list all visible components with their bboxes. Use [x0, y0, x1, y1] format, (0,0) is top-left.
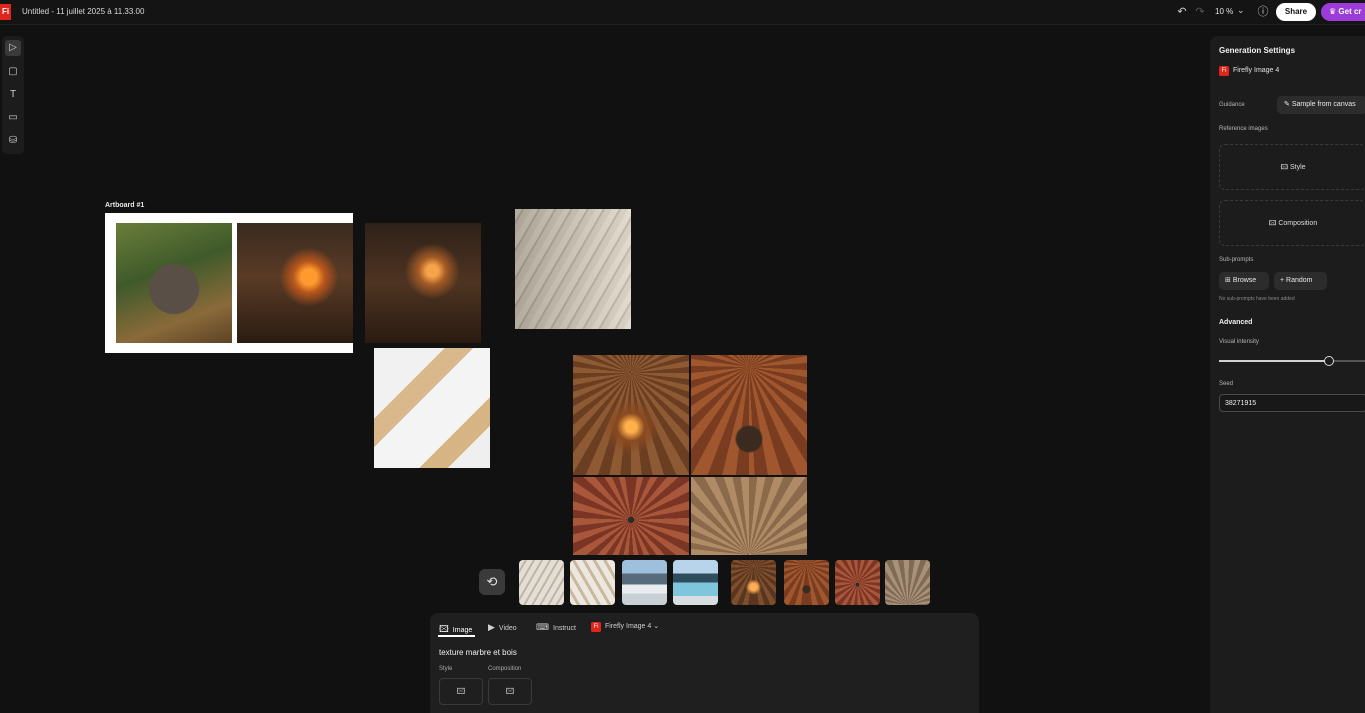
instruct-icon: ⌨: [536, 622, 549, 632]
history-thumbnail[interactable]: [519, 560, 564, 605]
forge-hall-image-1[interactable]: [573, 355, 689, 475]
artboard[interactable]: [105, 213, 353, 353]
composition-label: Composition: [488, 666, 522, 672]
image-icon: 🖾: [1280, 164, 1290, 171]
reference-images-label: Reference images: [1219, 126, 1268, 132]
model-row[interactable]: Fi Firefly Image 4: [1219, 66, 1279, 76]
share-button[interactable]: Share: [1276, 3, 1316, 21]
browse-button[interactable]: ⊞ Browse: [1219, 272, 1269, 290]
visual-intensity-slider[interactable]: [1219, 356, 1365, 366]
subprompts-note: No sub-prompts have been added: [1219, 296, 1295, 302]
document-title[interactable]: Untitled - 11 juillet 2025 à 11.33.00: [22, 7, 144, 16]
generation-settings-panel: Generation Settings Fi Firefly Image 4 Gu…: [1210, 36, 1365, 713]
history-thumbnail[interactable]: [885, 560, 930, 605]
model-name: Firefly Image 4: [1233, 67, 1280, 74]
history-thumbnail[interactable]: [673, 560, 718, 605]
subprompts-label: Sub-prompts: [1219, 257, 1254, 263]
composition-reference-dropzone[interactable]: 🖾 Composition: [1219, 200, 1365, 246]
tab-video[interactable]: ▶ Video: [488, 622, 517, 633]
forge-hall-image-4[interactable]: [691, 477, 807, 555]
active-tab-indicator: [438, 635, 475, 637]
seed-label: Seed: [1219, 381, 1234, 387]
image-placeholder-icon: 🖾: [456, 687, 466, 696]
random-label: Random: [1286, 277, 1313, 284]
history-thumbnail[interactable]: [835, 560, 880, 605]
undo-icon[interactable]: ↶: [1175, 5, 1189, 19]
history-icon[interactable]: ⟲: [479, 569, 505, 595]
random-button[interactable]: + Random: [1274, 272, 1327, 290]
anvil-outdoor-image[interactable]: [116, 223, 232, 343]
sample-from-canvas-button[interactable]: ✎ Sample from canvas: [1277, 96, 1365, 114]
marble-wood-texture-image[interactable]: [374, 348, 490, 468]
crown-icon: ♛: [1329, 7, 1339, 16]
feather-wood-texture-image[interactable]: [515, 209, 631, 329]
slider-thumb[interactable]: [1323, 356, 1334, 366]
style-label: Style: [1290, 164, 1306, 171]
prompt-input[interactable]: texture marbre et bois: [439, 648, 517, 657]
image-icon: 🖾: [439, 624, 449, 634]
history-thumbnail[interactable]: [622, 560, 667, 605]
text-tool-icon[interactable]: T: [5, 87, 21, 103]
tab-instruct-label: Instruct: [553, 625, 576, 632]
sample-from-canvas-label: Sample from canvas: [1291, 101, 1356, 108]
top-bar: Fi Untitled - 11 juillet 2025 à 11.33.00…: [0, 0, 1365, 25]
advanced-heading: Advanced: [1219, 319, 1253, 326]
firefly-logo[interactable]: Fi: [0, 4, 11, 20]
composition-reference-button[interactable]: 🖾: [488, 678, 532, 705]
shape-tool-icon[interactable]: ▭: [5, 110, 21, 126]
image-icon: 🖾: [1268, 220, 1279, 227]
model-selector[interactable]: Fi Firefly Image 4 ⌄: [591, 622, 659, 632]
left-toolbar: ▷ ▢ T ▭ ⛁: [2, 36, 24, 154]
image-placeholder-icon: 🖾: [505, 687, 515, 696]
browse-label: Browse: [1232, 277, 1257, 284]
guidance-label: Guidance: [1219, 102, 1245, 108]
zoom-level[interactable]: 10 %: [1215, 7, 1233, 16]
forge-workshop-image[interactable]: [237, 223, 353, 343]
forge-workshop-image-2[interactable]: [365, 223, 481, 343]
help-icon[interactable]: ⓘ: [1256, 5, 1270, 19]
panel-title: Generation Settings: [1219, 46, 1296, 55]
tab-instruct[interactable]: ⌨ Instruct: [536, 622, 576, 633]
tab-image-label: Image: [452, 627, 473, 634]
style-label: Style: [439, 666, 453, 672]
prompt-panel: 🖾 Image ▶ Video ⌨ Instruct Fi Firefly Image …: [430, 613, 979, 713]
tab-video-label: Video: [498, 625, 517, 632]
composition-label: Composition: [1278, 220, 1318, 227]
visual-intensity-label: Visual intensity: [1219, 339, 1259, 345]
style-reference-dropzone[interactable]: 🖾 Style: [1219, 144, 1365, 190]
history-thumbnail[interactable]: [570, 560, 615, 605]
chevron-down-icon: ⌄: [651, 623, 660, 630]
eyedropper-icon: ✎: [1284, 101, 1292, 108]
grid-icon: ⊞: [1225, 277, 1233, 284]
artboard-tool-icon[interactable]: ▢: [5, 64, 21, 80]
video-icon: ▶: [488, 622, 495, 632]
redo-icon[interactable]: ↷: [1193, 5, 1207, 19]
get-credits-button[interactable]: ♛ Get cr: [1321, 3, 1365, 21]
seed-input[interactable]: [1219, 394, 1365, 412]
model-label: Firefly Image 4: [605, 623, 652, 630]
forge-hall-image-2[interactable]: [691, 355, 807, 475]
artboard-label[interactable]: Artboard #1: [105, 202, 144, 209]
forge-hall-image-3[interactable]: [573, 477, 689, 555]
slider-fill: [1219, 360, 1329, 362]
style-reference-button[interactable]: 🖾: [439, 678, 483, 705]
chevron-down-icon[interactable]: ⌄: [1237, 5, 1245, 16]
get-credits-label: Get cr: [1338, 7, 1362, 16]
history-thumbnail[interactable]: [784, 560, 829, 605]
firefly-model-icon: Fi: [1219, 66, 1229, 76]
firefly-model-icon: Fi: [591, 622, 601, 632]
generate-fill-tool-icon[interactable]: ⛁: [5, 133, 21, 149]
select-tool-icon[interactable]: ▷: [5, 40, 21, 56]
history-thumbnail[interactable]: [731, 560, 776, 605]
